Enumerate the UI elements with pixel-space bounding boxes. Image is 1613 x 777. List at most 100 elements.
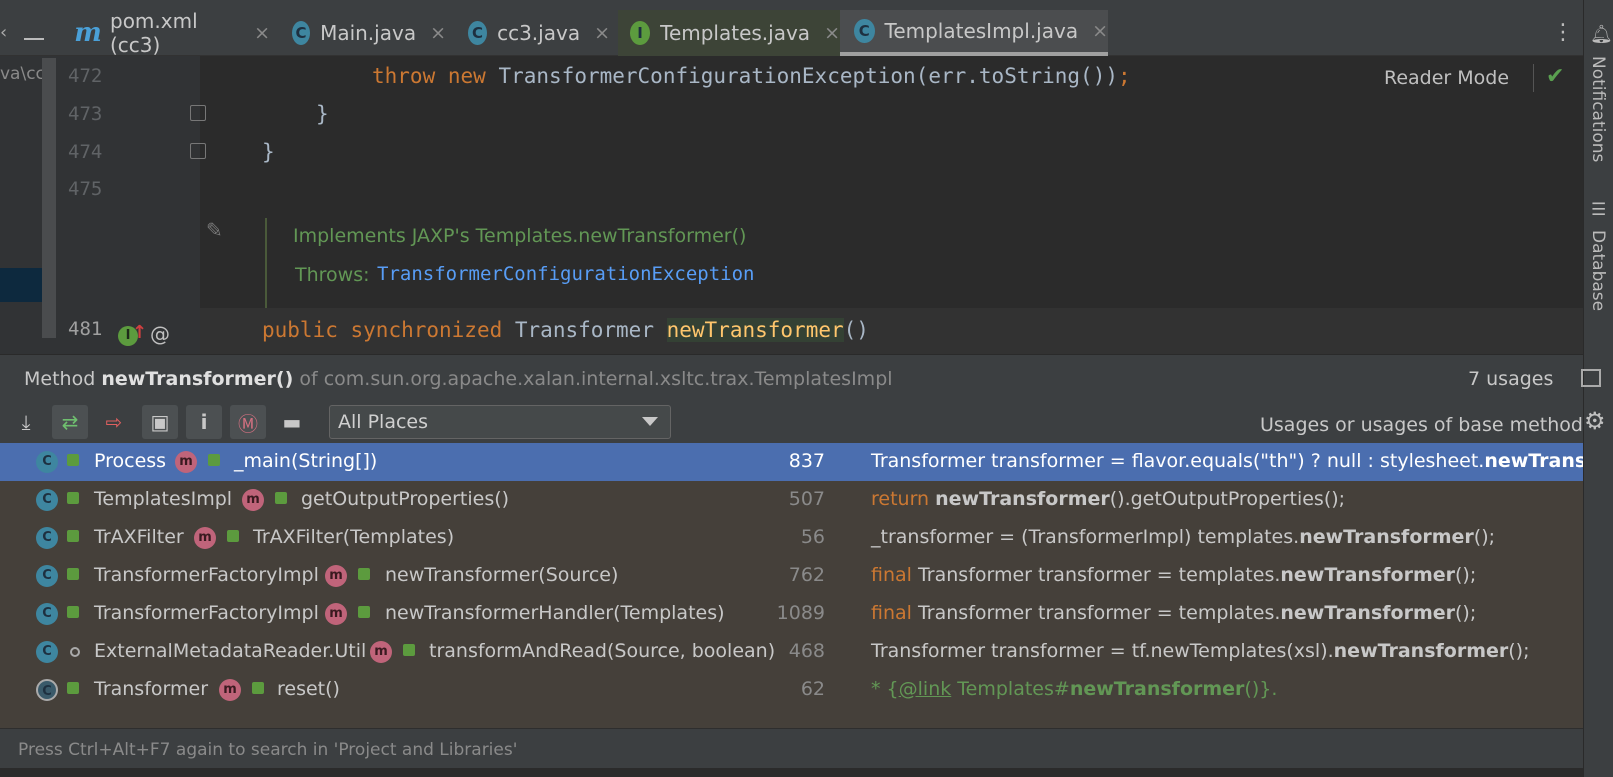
tab-label: pom.xml (cc3) [110, 9, 198, 57]
javadoc-throws-label: Throws: [295, 264, 370, 286]
class-icon: C [292, 21, 311, 45]
tab-main-java[interactable]: C Main.java × [284, 10, 446, 56]
code-line-474: } [262, 140, 275, 164]
more-tabs-icon[interactable]: ⋮ [1552, 20, 1574, 45]
snippet-match: newTransformer [1333, 640, 1509, 662]
class-icon: C [468, 21, 488, 45]
line-number: 475 [68, 178, 103, 200]
method-icon: m [325, 603, 347, 625]
usage-row[interactable]: C Process m _main(String[]) 837 Transfor… [0, 443, 1583, 481]
snippet-text: Transformer transformer = templates. [917, 564, 1281, 586]
project-scrollbar[interactable] [42, 58, 56, 338]
code-line-472: throw new TransformerConfigurationExcept… [372, 64, 1131, 88]
snippet-keyword: return [871, 488, 936, 510]
close-icon[interactable]: × [254, 22, 270, 44]
bell-icon[interactable]: 🔔︎ [1590, 24, 1613, 45]
usage-snippet: final Transformer transformer = template… [871, 602, 1476, 624]
tab-templates-java[interactable]: I Templates.java × [618, 10, 840, 56]
rendered-javadoc: Implements JAXP's Templates.newTransform… [265, 218, 1580, 308]
open-in-tool-window-icon[interactable] [1581, 369, 1601, 387]
move-right-icon[interactable]: ⇨ [96, 405, 132, 439]
snippet-doc: Templates# [951, 678, 1070, 700]
usage-row[interactable]: C TrAXFilter m TrAXFilter(Templates) 56 … [0, 519, 1583, 557]
editor-gutter: 472 473 474 475 ✎ 481 [56, 56, 223, 354]
fold-marker-icon[interactable] [190, 105, 206, 121]
annotation-icon[interactable]: @ [150, 322, 170, 346]
close-icon[interactable]: × [594, 22, 610, 44]
gear-icon[interactable]: ⚙ [1584, 407, 1606, 435]
database-tool-button[interactable]: Database [1588, 230, 1608, 311]
preview-icon[interactable]: ▬ [274, 405, 310, 439]
fold-marker-icon[interactable] [190, 143, 206, 159]
tab-pom-xml[interactable]: m pom.xml (cc3) × [70, 9, 270, 57]
tab-templatesimpl-java[interactable]: C TemplatesImpl.java × [840, 10, 1108, 56]
close-icon[interactable]: × [1092, 20, 1108, 42]
snippet-text: (); [1455, 564, 1477, 586]
editor-tab-bar: ‹ m pom.xml (cc3) × C Main.java × C cc3.… [0, 0, 1613, 57]
right-tool-strip: 🔔︎ Notifications ☰ Database [1583, 0, 1613, 777]
project-panel-edge: va\cc3 [0, 56, 56, 354]
check-icon[interactable]: ✔ [1546, 64, 1564, 89]
scope-dropdown[interactable]: All Places [329, 405, 671, 439]
public-lock-icon [252, 682, 264, 694]
usage-line-number: 507 [788, 488, 825, 510]
method-name[interactable]: newTransformer [666, 318, 844, 342]
usage-method: reset() [277, 678, 340, 700]
usage-class: TransformerFactoryImpl [94, 564, 319, 586]
merge-usages-icon[interactable]: ⤓ [8, 405, 44, 439]
method-icon: m [219, 679, 241, 701]
snippet-text: Transformer transformer = flavor.equals(… [871, 450, 1485, 472]
class-icon: C [854, 19, 875, 43]
close-icon[interactable]: × [430, 22, 446, 44]
tab-label: TemplatesImpl.java [884, 19, 1079, 43]
usages-method-name: newTransformer() [101, 368, 294, 390]
keyword: synchronized [350, 318, 503, 342]
usage-line-number: 468 [788, 640, 825, 662]
class-icon: C [36, 641, 58, 663]
keyword: public [262, 318, 338, 342]
snippet-match: newTransformer [1280, 602, 1455, 624]
snippet-doc: ()}. [1244, 678, 1278, 700]
minimize-icon[interactable] [24, 38, 44, 40]
usages-count: 7 usages [1468, 368, 1554, 390]
method-icon: m [370, 641, 392, 663]
maven-icon: m [74, 18, 102, 48]
usage-row[interactable]: C TemplatesImpl m getOutputProperties() … [0, 481, 1583, 519]
method-filter-icon[interactable]: Ⓜ [230, 405, 266, 439]
bottom-edge [0, 768, 1583, 777]
snippet-text: (); [1473, 526, 1496, 548]
notifications-tool-button[interactable]: Notifications [1588, 56, 1608, 162]
usage-row[interactable]: C Transformer m reset() 62 * {@link Temp… [0, 671, 1583, 709]
interface-icon: I [630, 21, 651, 45]
edit-doc-icon[interactable]: ✎ [206, 218, 223, 242]
tab-cc3-java[interactable]: C cc3.java × [460, 10, 610, 56]
class-icon: C [36, 527, 58, 549]
chevron-left-icon[interactable]: ‹ [0, 22, 7, 43]
class-icon: C [36, 451, 58, 473]
line-number: 481 [68, 318, 103, 340]
usage-snippet: * {@link Templates#newTransformer()}. [871, 678, 1277, 700]
public-lock-icon [358, 568, 370, 580]
close-icon[interactable]: × [824, 22, 840, 44]
info-icon[interactable]: i [186, 405, 222, 439]
usage-method: _main(String[]) [234, 450, 378, 472]
public-lock-icon [275, 492, 287, 504]
usage-row[interactable]: C ExternalMetadataReader.Util m transfor… [0, 633, 1583, 671]
usages-header: Method newTransformer() of com.sun.org.a… [0, 355, 1601, 401]
semicolon: ; [1117, 64, 1131, 88]
snippet-text: Transformer transformer = templates. [917, 602, 1281, 624]
group-by-directory-icon[interactable]: ▣ [142, 405, 178, 439]
usage-row[interactable]: C TransformerFactoryImpl m newTransforme… [0, 595, 1583, 633]
javadoc-throws-link[interactable]: TransformerConfigurationException [377, 263, 755, 285]
navigate-icon[interactable]: ⇄ [52, 405, 88, 439]
usages-hint: Press Ctrl+Alt+F7 again to search in 'Pr… [18, 740, 518, 760]
code-editor[interactable]: va\cc3 472 473 474 475 ✎ 481 I ↑ @ throw… [0, 56, 1583, 354]
usage-class: ExternalMetadataReader.Util [94, 640, 367, 662]
tool-window-controls: ‹ [0, 10, 60, 56]
reader-mode-toggle[interactable]: Reader Mode [1384, 67, 1509, 89]
usages-owner-class: of com.sun.org.apache.xalan.internal.xsl… [299, 368, 893, 390]
public-lock-icon [358, 606, 370, 618]
snippet-match: newTransformer [1280, 564, 1455, 586]
usage-row[interactable]: C TransformerFactoryImpl m newTransforme… [0, 557, 1583, 595]
database-icon[interactable]: ☰ [1591, 200, 1606, 220]
